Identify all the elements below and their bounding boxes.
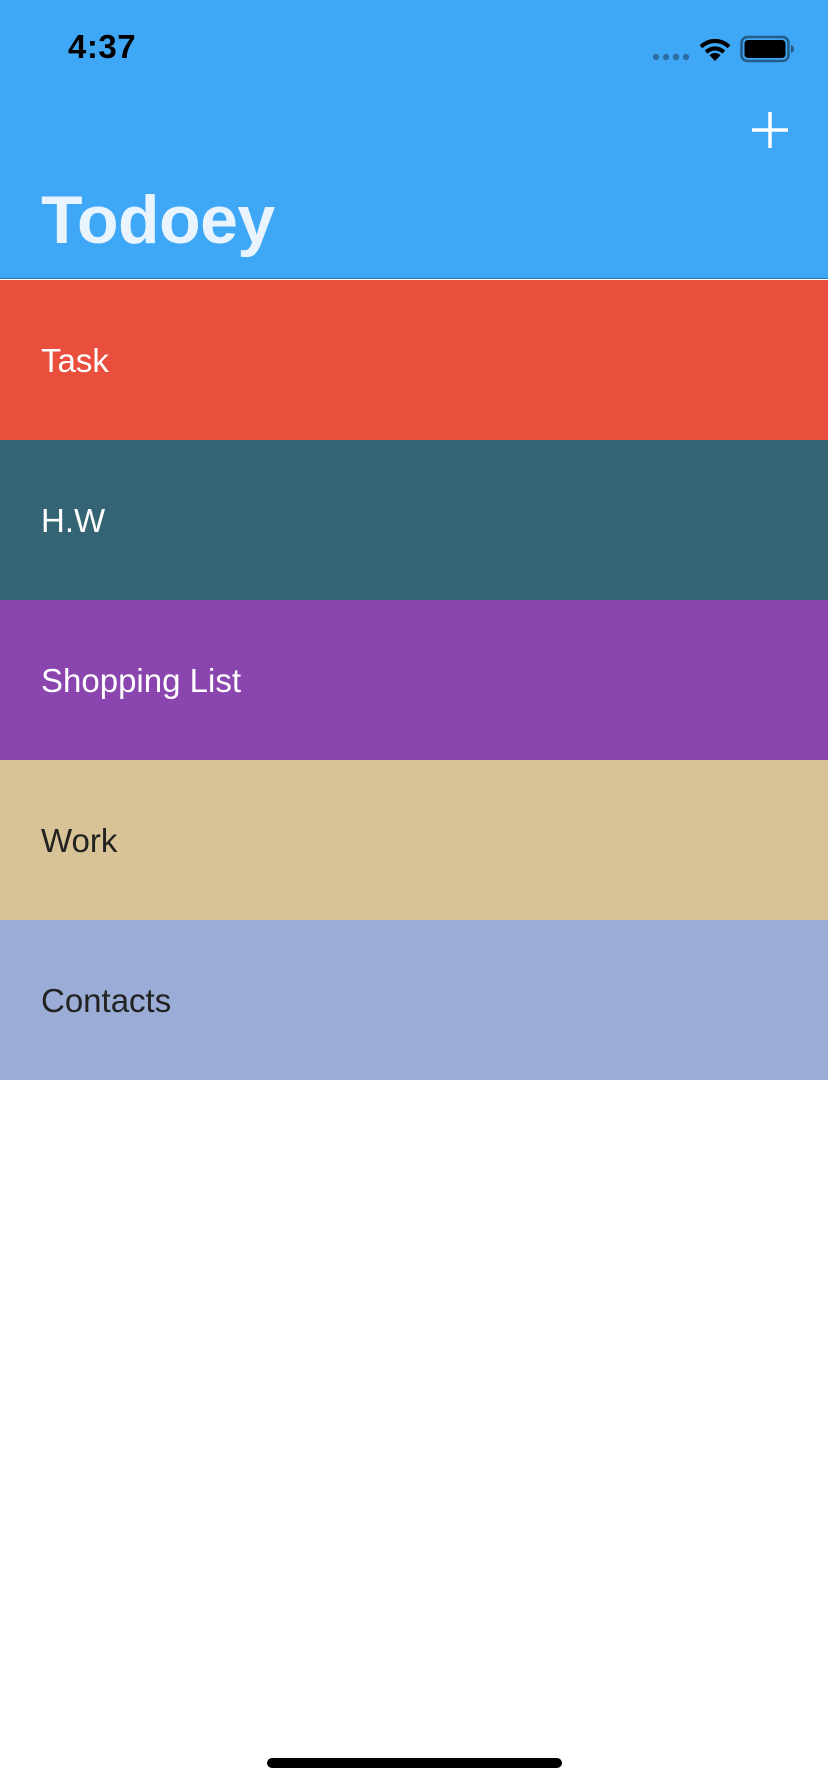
category-label: Work xyxy=(41,821,118,859)
category-row-shopping-list[interactable]: Shopping List xyxy=(0,600,828,760)
category-list: Task H.W Shopping List Work Contacts xyxy=(0,280,828,1080)
wifi-icon xyxy=(699,38,731,61)
add-category-button[interactable] xyxy=(744,104,796,156)
category-row-hw[interactable]: H.W xyxy=(0,440,828,600)
battery-icon xyxy=(740,35,794,63)
home-indicator[interactable] xyxy=(267,1758,562,1768)
navigation-header: 4:37 Todoey xyxy=(0,0,828,279)
status-bar: 4:37 xyxy=(0,0,828,100)
category-row-task[interactable]: Task xyxy=(0,280,828,440)
category-row-work[interactable]: Work xyxy=(0,760,828,920)
category-row-contacts[interactable]: Contacts xyxy=(0,920,828,1080)
category-label: Contacts xyxy=(41,981,172,1019)
category-label: Shopping List xyxy=(41,661,241,699)
category-label: Task xyxy=(41,341,109,379)
category-label: H.W xyxy=(41,501,106,539)
cellular-signal-icon xyxy=(652,53,690,61)
page-title: Todoey xyxy=(41,182,275,258)
status-time: 4:37 xyxy=(68,28,137,65)
plus-icon xyxy=(752,112,788,148)
